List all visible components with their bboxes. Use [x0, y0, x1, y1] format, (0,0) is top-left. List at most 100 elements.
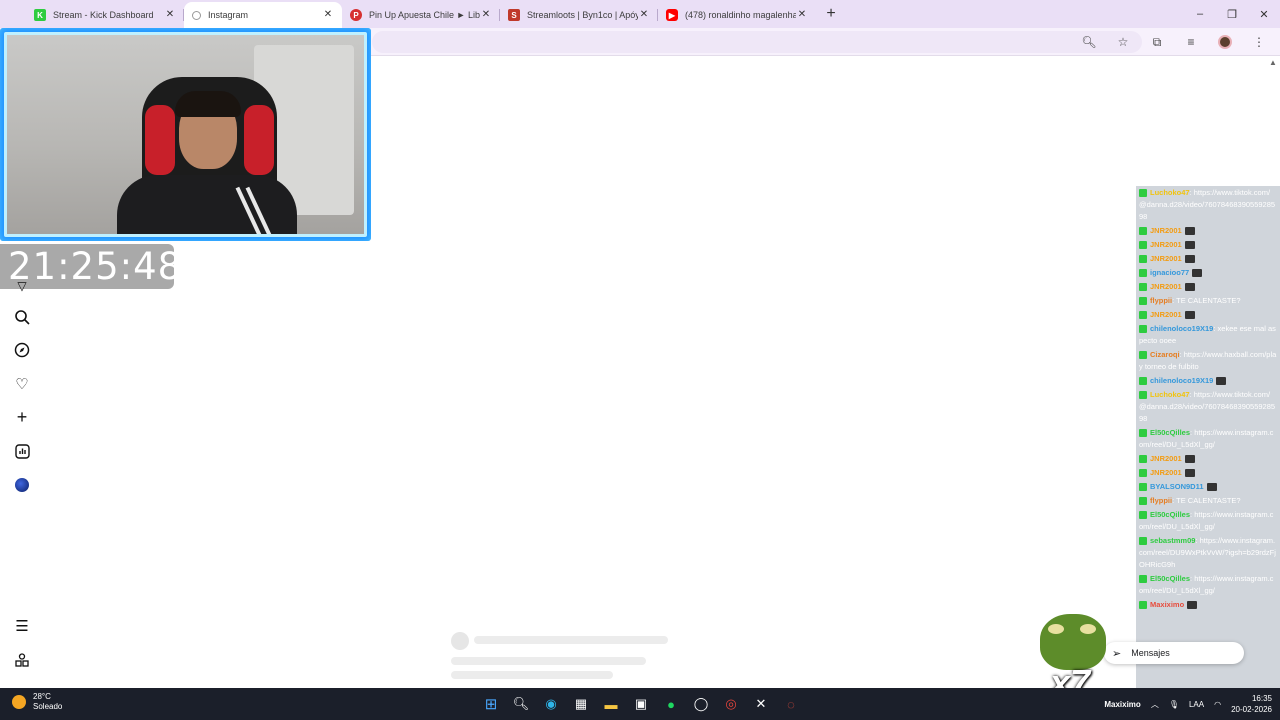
kick-badge-icon — [1139, 227, 1147, 236]
also-from-meta-icon[interactable] — [12, 650, 32, 670]
tab-close-icon[interactable]: ✕ — [322, 9, 334, 21]
chat-message: JNR2001 — [1136, 280, 1280, 294]
chat-username[interactable]: BYALSON9D11 — [1150, 482, 1204, 491]
chat-message: Luchoko47: https://www.tiktok.com/@danna… — [1139, 390, 1276, 423]
explore-icon[interactable] — [12, 340, 32, 360]
tab-close-icon[interactable]: ✕ — [164, 9, 176, 21]
wifi-icon[interactable]: ◠ — [1214, 700, 1221, 709]
kick-badge-icon — [1139, 511, 1147, 520]
zoom-icon[interactable]: 🔍︎ — [1074, 28, 1104, 56]
frog-emote-overlay: x7 — [1036, 610, 1110, 703]
more-menu-icon[interactable]: ☰ — [12, 616, 32, 636]
file-explorer-icon[interactable]: ▬ — [600, 693, 622, 715]
chat-username[interactable]: El50cQilles — [1150, 574, 1190, 583]
tab-instagram[interactable]: Instagram ✕ — [184, 2, 342, 28]
notifications-heart-icon[interactable]: ♡ — [12, 374, 32, 394]
kick-badge-icon — [1139, 455, 1147, 464]
streamloots-icon: S — [508, 9, 520, 21]
chat-text: TE CALENTASTE? — [1176, 496, 1241, 505]
restore-button[interactable]: ❐ — [1216, 0, 1248, 28]
profile-avatar[interactable] — [1218, 35, 1232, 49]
sun-icon — [12, 695, 26, 709]
chrome-icon[interactable]: ◎ — [720, 693, 742, 715]
app-icon[interactable]: ◌ — [780, 693, 802, 715]
stream-chat-overlay: Luchoko47: https://www.tiktok.com/@danna… — [1136, 186, 1280, 688]
tab-close-icon[interactable]: ✕ — [480, 9, 492, 21]
search-icon[interactable]: 🔍︎ — [510, 693, 532, 715]
chat-username[interactable]: flyppii — [1150, 296, 1172, 305]
emote-icon — [1216, 377, 1227, 386]
chat-message: sebastmm09: https://www.instagram.com/re… — [1139, 536, 1276, 569]
capture-app-icon[interactable]: ▣ — [630, 693, 652, 715]
media-controls-icon[interactable]: ≡ — [1176, 28, 1206, 56]
create-plus-icon[interactable]: + — [12, 407, 32, 427]
chat-username[interactable]: ignacioo77 — [1150, 268, 1189, 277]
chat-username[interactable]: JNR2001 — [1150, 240, 1182, 249]
chat-username[interactable]: JNR2001 — [1150, 468, 1182, 477]
chat-username[interactable]: Luchoko47 — [1150, 390, 1190, 399]
emote-icon — [1184, 469, 1195, 478]
chat-username[interactable]: Luchoko47 — [1150, 188, 1190, 197]
spotify-icon[interactable]: ● — [660, 693, 682, 715]
chat-message: flyppii: TE CALENTASTE? — [1136, 294, 1280, 308]
chat-username[interactable]: JNR2001 — [1150, 454, 1182, 463]
direct-icon[interactable]: ▽ — [12, 276, 32, 296]
language-indicator[interactable]: LAA — [1189, 700, 1204, 709]
store-icon[interactable]: ▦ — [570, 693, 592, 715]
tab-kick-dashboard[interactable]: K Stream - Kick Dashboard ✕ — [26, 2, 184, 28]
new-tab-button[interactable]: + — [820, 4, 842, 26]
kick-badge-icon — [1139, 575, 1147, 584]
scrollbar-up-arrow-icon[interactable]: ▲ — [1268, 58, 1278, 68]
taskbar-clock[interactable]: 16:35 20-02-2026 — [1231, 693, 1272, 715]
chat-username[interactable]: sebastmm09 — [1150, 536, 1195, 545]
edge-icon[interactable]: ◉ — [540, 693, 562, 715]
kick-badge-icon — [1139, 601, 1147, 610]
emote-icon — [1184, 227, 1195, 236]
chat-message: Cizaroqi: https://www.haxball.com/play t… — [1139, 350, 1277, 371]
chat-username[interactable]: JNR2001 — [1150, 282, 1182, 291]
whatsapp-icon[interactable]: ◯ — [690, 693, 712, 715]
tray-chevron-icon[interactable]: ︿ — [1151, 699, 1159, 710]
minimize-button[interactable]: – — [1184, 0, 1216, 28]
tab-streamloots[interactable]: S Streamloots | Byn1co | Apóyam ✕ — [500, 2, 658, 28]
windows-start-icon[interactable]: ⊞ — [480, 693, 502, 715]
weather-widget[interactable]: 28°C Soleado — [12, 692, 62, 712]
profile-avatar[interactable] — [15, 478, 29, 492]
chat-username[interactable]: chilenoloco19X19 — [1150, 376, 1213, 385]
browser-menu-icon[interactable]: ⋮ — [1244, 28, 1274, 56]
chat-username[interactable]: El50cQilles — [1150, 510, 1190, 519]
emote-icon — [1184, 283, 1195, 292]
chat-username[interactable]: JNR2001 — [1150, 310, 1182, 319]
bookmark-star-icon[interactable]: ☆ — [1108, 28, 1138, 56]
tab-close-icon[interactable]: ✕ — [796, 9, 808, 21]
search-icon[interactable] — [12, 307, 32, 327]
chat-username[interactable]: El50cQilles — [1150, 428, 1190, 437]
send-icon: ➢ — [1112, 647, 1122, 660]
messages-button[interactable]: ➢ Mensajes — [1104, 642, 1244, 664]
tab-title: Streamloots | Byn1co | Apóyam — [527, 10, 638, 20]
tab-pinup[interactable]: P Pin Up Apuesta Chile ► Libro D ✕ — [342, 2, 500, 28]
chat-username[interactable]: JNR2001 — [1150, 226, 1182, 235]
kick-badge-icon — [1139, 325, 1147, 334]
emote-icon — [1184, 311, 1195, 320]
address-bar[interactable] — [372, 31, 1142, 53]
chat-username[interactable]: Cizaroqi — [1150, 350, 1180, 359]
tab-title: Stream - Kick Dashboard — [53, 10, 154, 20]
chat-message: El50cQilles: https://www.instagram.com/r… — [1139, 574, 1274, 595]
extensions-icon[interactable]: ⧉ — [1142, 28, 1172, 56]
tab-close-icon[interactable]: ✕ — [638, 9, 650, 21]
chat-message: flyppii: TE CALENTASTE? — [1136, 494, 1280, 508]
windows-taskbar: 28°C Soleado ⊞ 🔍︎ ◉ ▦ ▬ ▣ ● ◯ ◎ ✕ ◌ Maxi… — [0, 688, 1280, 720]
chat-username[interactable]: JNR2001 — [1150, 254, 1182, 263]
chat-username[interactable]: chilenoloco19X19 — [1150, 324, 1213, 333]
kick-badge-icon — [1139, 483, 1147, 492]
microphone-icon[interactable]: 🎙︎ — [1169, 700, 1179, 709]
close-window-button[interactable]: ✕ — [1248, 0, 1280, 28]
kick-badge-icon — [1139, 269, 1147, 278]
chat-username[interactable]: Maxiximo — [1150, 600, 1184, 609]
chat-username[interactable]: flyppii — [1150, 496, 1172, 505]
tab-youtube[interactable]: ▶ (478) ronaldinho magalenha - Y ✕ — [658, 2, 816, 28]
dashboard-icon[interactable] — [12, 441, 32, 461]
xbox-icon[interactable]: ✕ — [750, 693, 772, 715]
messages-label: Mensajes — [1131, 648, 1170, 658]
